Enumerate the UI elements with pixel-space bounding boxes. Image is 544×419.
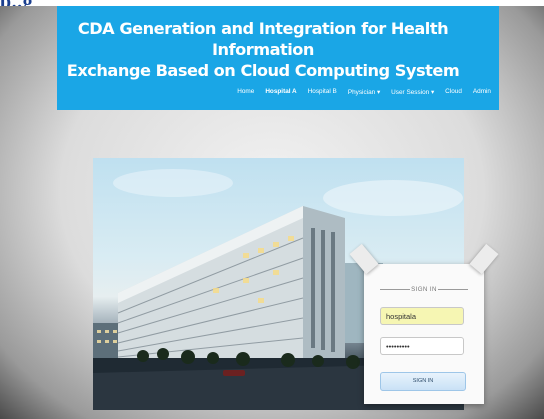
nav-item-home[interactable]: Home [237, 88, 254, 96]
password-field[interactable] [380, 337, 464, 355]
site-title-line-2: Exchange Based on Cloud Computing System [66, 61, 460, 80]
panel-tab-right [469, 243, 499, 275]
nav-item-cloud[interactable]: Cloud [445, 88, 462, 96]
site-title: CDA Generation and Integration for Healt… [63, 18, 463, 81]
username-field[interactable] [380, 307, 464, 325]
site-title-line-1: CDA Generation and Integration for Healt… [77, 19, 449, 59]
main-nav: Home Hospital A Hospital B Physician ▾ U… [237, 88, 491, 96]
signin-divider-right [438, 289, 468, 290]
nav-item-admin[interactable]: Admin [473, 88, 491, 96]
nav-item-user-session[interactable]: User Session ▾ [391, 88, 434, 96]
sign-in-button[interactable]: SIGN IN [380, 372, 466, 391]
nav-item-hospital-b[interactable]: Hospital B [308, 88, 337, 96]
screen-area: CDA Generation and Integration for Healt… [0, 6, 544, 419]
sign-in-panel: SIGN IN SIGN IN [349, 243, 499, 404]
site-header: CDA Generation and Integration for Healt… [57, 6, 499, 110]
nav-item-hospital-a[interactable]: Hospital A [265, 88, 296, 96]
nav-item-physician[interactable]: Physician ▾ [348, 88, 380, 96]
